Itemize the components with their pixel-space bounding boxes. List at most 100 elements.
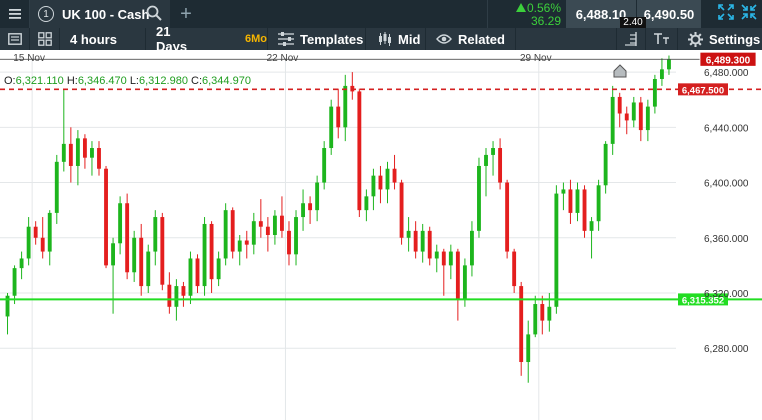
ruler-icon (625, 32, 637, 46)
range-selector[interactable]: 21 Days 6Mo (146, 24, 268, 54)
menu-icon (8, 9, 21, 19)
price-type-selector[interactable]: Mid (366, 28, 426, 50)
candle-body (420, 230, 425, 252)
candle-body (82, 138, 87, 158)
candle-body (603, 143, 608, 186)
candle-body (547, 306, 552, 321)
candle-body (280, 215, 284, 231)
candle-body (287, 230, 291, 255)
panel-button[interactable] (0, 28, 30, 50)
candle-body (427, 230, 432, 259)
templates-label: Templates (300, 31, 364, 47)
candle-body (301, 203, 305, 218)
candle-body (258, 221, 263, 227)
candle-body (364, 196, 369, 211)
candle-body (406, 230, 411, 238)
candle-body (624, 113, 629, 121)
candle-body (441, 251, 446, 266)
candle-body (470, 230, 474, 266)
candle-body (589, 221, 594, 231)
candle-body (610, 96, 615, 144)
candle-body (434, 251, 439, 259)
expand-icon[interactable] (717, 3, 735, 21)
current-price-label: 6,489.300 (706, 55, 751, 66)
low-label: L: (129, 75, 139, 87)
change-percent: 0.56% (526, 1, 561, 15)
close-value: 6,344.970 (202, 75, 251, 87)
candle-body (230, 210, 235, 252)
candle-body (174, 286, 179, 307)
open-label: O: (4, 75, 16, 87)
candle-body (251, 221, 256, 245)
instrument-name: UK 100 - Cash (62, 6, 150, 22)
candle-body (540, 304, 545, 321)
y-tick-label: 6,480.000 (704, 68, 749, 79)
candle-body (477, 165, 481, 231)
ruler-button[interactable] (616, 28, 646, 50)
related-label: Related (458, 31, 505, 47)
settings-button[interactable]: Settings (678, 28, 762, 50)
templates-button[interactable]: Templates (268, 28, 366, 50)
candle-body (265, 226, 270, 235)
candle-body (638, 102, 643, 131)
candle-body (223, 210, 228, 259)
candle-body (40, 237, 45, 252)
candle-body (652, 78, 657, 107)
layout-button[interactable] (30, 28, 60, 50)
buy-price-button[interactable]: 6,490.50 (637, 0, 701, 28)
price-change: 0.56% 36.29 (487, 0, 565, 28)
sell-price: 6,488.10 (575, 6, 627, 22)
candlestick-chart[interactable]: 6,489.3006,467.5006,315.352 6,280.0006,3… (0, 50, 762, 420)
instrument-tab[interactable]: 1 UK 100 - Cash (30, 0, 170, 28)
related-button[interactable]: Related (426, 28, 516, 50)
price-type-label: Mid (398, 31, 421, 47)
candle-body (61, 143, 66, 162)
candle-body (505, 182, 510, 252)
candle-body (68, 143, 73, 166)
x-date-label: 29 Nov (520, 53, 552, 64)
settings-label: Settings (709, 31, 761, 47)
interval-label: 4 hours (70, 31, 117, 47)
candle-body (322, 148, 327, 183)
candle-body (90, 148, 94, 158)
candle-body (491, 148, 495, 155)
candle-body (209, 223, 214, 280)
candle-body (188, 258, 193, 296)
candle-body (195, 258, 200, 287)
candle-body (371, 175, 376, 197)
grid-icon (37, 32, 52, 46)
collapse-icon[interactable] (740, 3, 758, 21)
price-chart[interactable]: 6,489.300 6,467.500 6,315.352 6,280.000 6,3… (0, 50, 762, 420)
candle-body (125, 203, 130, 273)
candle-body (329, 106, 334, 149)
candle-body (294, 217, 298, 255)
menu-button[interactable] (0, 0, 30, 28)
candle-body (554, 193, 559, 307)
candle-body (118, 203, 123, 244)
candle-body (575, 189, 580, 213)
candle-body (54, 161, 59, 213)
candle-body (596, 185, 601, 222)
candle-body (104, 168, 108, 266)
candle-body (667, 59, 671, 70)
candle-body (357, 91, 362, 211)
candle-body (181, 286, 186, 296)
x-date-label: 15 Nov (13, 53, 45, 64)
candle-body (385, 168, 390, 190)
candle-body (336, 106, 341, 128)
candle-body (33, 226, 38, 238)
y-tick-label: 6,360.000 (704, 234, 749, 245)
candle-body (526, 334, 531, 363)
candle-body (308, 203, 313, 211)
scroll-up-marker[interactable] (613, 64, 627, 78)
y-tick-label: 6,320.000 (704, 289, 749, 300)
candle-body (160, 217, 165, 285)
dashed-level-label: 6,467.500 (682, 85, 724, 96)
search-icon[interactable] (146, 5, 162, 21)
text-button[interactable] (646, 28, 678, 50)
candle-body (484, 154, 488, 166)
interval-selector[interactable]: 4 hours (60, 28, 146, 50)
candle-body (392, 168, 397, 183)
top-bar: 1 UK 100 - Cash + 0.56% 36.29 6,488.10 6… (0, 0, 762, 29)
high-label: H: (66, 75, 78, 87)
